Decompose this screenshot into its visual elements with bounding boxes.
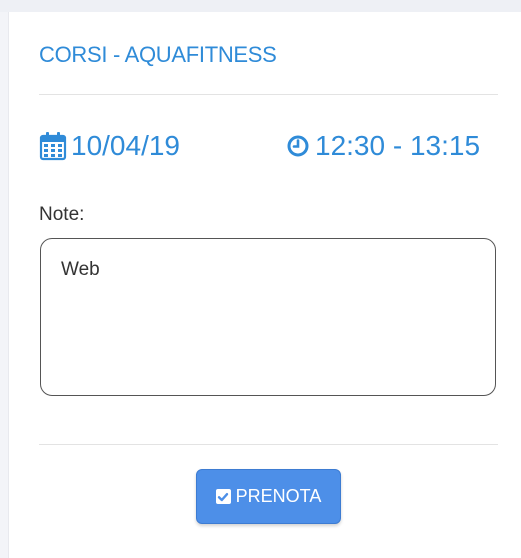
checkbox-checked-icon: [215, 489, 231, 504]
clock-icon: [287, 135, 309, 157]
left-edge: [0, 12, 9, 558]
time-field: 12:30 - 13:15: [287, 128, 480, 164]
note-text: Web: [61, 259, 100, 280]
header-divider: [39, 94, 498, 95]
date-field: 10/04/19: [39, 128, 180, 164]
note-textarea[interactable]: Web: [40, 238, 496, 396]
book-button[interactable]: PRENOTA: [196, 469, 341, 524]
top-bar: [0, 0, 521, 12]
date-value: 10/04/19: [71, 130, 180, 161]
booking-card: CORSI - AQUAFITNESS 10/04/19 12:30 - 13:…: [9, 12, 521, 558]
booking-screen: CORSI - AQUAFITNESS 10/04/19 12:30 - 13:…: [0, 0, 521, 558]
note-label: Note:: [39, 204, 85, 225]
calendar-icon: [39, 132, 67, 161]
course-title: CORSI - AQUAFITNESS: [39, 42, 277, 67]
book-button-label: PRENOTA: [235, 486, 322, 506]
footer-divider: [39, 444, 498, 445]
time-value: 12:30 - 13:15: [315, 130, 481, 161]
